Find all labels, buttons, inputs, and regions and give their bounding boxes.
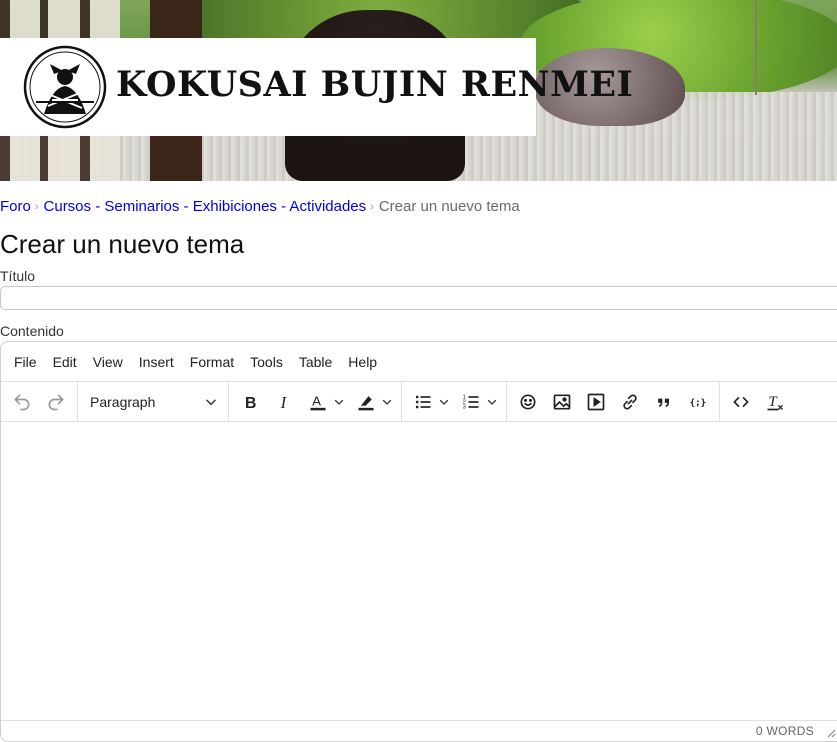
undo-icon	[14, 394, 30, 410]
highlight-icon	[358, 395, 374, 410]
content-label: Contenido	[0, 323, 64, 339]
highlight-color-button[interactable]	[349, 385, 383, 419]
breadcrumb-link-foro[interactable]: Foro	[0, 198, 31, 215]
source-code-icon	[733, 396, 749, 407]
editor-content-area[interactable]	[1, 422, 837, 724]
text-color-icon: A	[310, 393, 326, 410]
resize-handle-icon[interactable]	[824, 726, 836, 738]
svg-text:{;}: {;}	[690, 397, 707, 408]
chevron-down-icon	[382, 399, 392, 405]
numbered-list-dropdown[interactable]	[484, 385, 500, 419]
link-button[interactable]	[613, 385, 647, 419]
bullet-list-dropdown[interactable]	[436, 385, 452, 419]
media-button[interactable]	[579, 385, 613, 419]
page-title: Crear un nuevo tema	[0, 229, 245, 259]
word-count[interactable]: 0 WORDS	[756, 724, 814, 738]
menu-edit[interactable]: Edit	[45, 350, 85, 374]
list-group: 123	[402, 382, 507, 421]
misc-group: T	[720, 382, 796, 421]
menu-file[interactable]: File	[6, 350, 45, 374]
numbered-list-icon: 123	[463, 394, 479, 410]
history-group	[1, 382, 78, 421]
bold-icon: B	[245, 394, 256, 411]
svg-text:A: A	[312, 393, 321, 408]
emoji-button[interactable]	[511, 385, 545, 419]
rich-text-editor: File Edit View Insert Format Tools Table…	[0, 341, 837, 742]
chevron-down-icon	[487, 399, 497, 405]
quote-icon	[658, 398, 669, 407]
site-logo[interactable]: KOKUSAI BUJIN RENMEI	[0, 38, 633, 136]
bullet-list-icon	[415, 395, 431, 408]
menu-view[interactable]: View	[85, 350, 131, 374]
header-banner: KOKUSAI BUJIN RENMEI	[0, 0, 837, 181]
blockquote-button[interactable]	[647, 385, 681, 419]
bold-button[interactable]: B	[233, 385, 267, 419]
menu-help[interactable]: Help	[340, 350, 385, 374]
text-color-dropdown[interactable]	[331, 385, 347, 419]
clear-formatting-icon: T	[767, 394, 783, 410]
chevron-down-icon	[206, 399, 216, 405]
menu-table[interactable]: Table	[291, 350, 340, 374]
banner-rope	[755, 0, 757, 95]
redo-icon	[48, 394, 64, 410]
block-format-select[interactable]: Paragraph	[82, 385, 224, 419]
editor-statusbar: 0 WORDS	[1, 720, 837, 741]
menu-tools[interactable]: Tools	[242, 350, 291, 374]
svg-text:I: I	[280, 392, 288, 411]
editor-toolbar: Paragraph B I A 1 2 3 {;} T	[1, 382, 837, 422]
block-format-value: Paragraph	[90, 393, 156, 410]
breadcrumb: Foro › Cursos - Seminarios - Exhibiciones …	[0, 198, 520, 215]
title-input[interactable]	[0, 286, 837, 310]
highlight-color-dropdown[interactable]	[379, 385, 395, 419]
samurai-emblem-icon	[23, 45, 107, 129]
title-label: Título	[0, 268, 36, 284]
insert-group: {;}	[507, 382, 720, 421]
chevron-right-icon: ›	[370, 201, 374, 213]
source-code-button[interactable]	[724, 385, 758, 419]
undo-button[interactable]	[5, 385, 39, 419]
clear-formatting-button[interactable]: T	[758, 385, 792, 419]
breadcrumb-current: Crear un nuevo tema	[378, 198, 520, 215]
svg-text:T: T	[768, 394, 778, 410]
svg-text:3: 3	[463, 404, 466, 410]
chevron-right-icon: ›	[34, 201, 39, 213]
emoji-icon	[520, 394, 536, 409]
text-format-group: B I A	[229, 382, 402, 421]
chevron-down-icon	[334, 399, 344, 405]
editor-menubar: File Edit View Insert Format Tools Table…	[1, 342, 837, 382]
menu-format[interactable]: Format	[182, 350, 242, 374]
chevron-down-icon	[439, 399, 449, 405]
code-sample-icon: {;}	[690, 397, 707, 408]
site-logo-text: KOKUSAI BUJIN RENMEI	[116, 64, 634, 105]
media-play-icon	[587, 393, 605, 410]
redo-button[interactable]	[39, 385, 73, 419]
bullet-list-button[interactable]	[406, 385, 440, 419]
text-color-button[interactable]: A	[301, 385, 335, 419]
image-button[interactable]	[545, 385, 579, 419]
italic-icon: I	[280, 392, 288, 411]
italic-button[interactable]: I	[267, 385, 301, 419]
block-format-group: Paragraph	[78, 382, 229, 421]
image-icon	[553, 394, 571, 409]
menu-insert[interactable]: Insert	[131, 350, 182, 374]
link-icon	[623, 393, 637, 410]
breadcrumb-link-cursos[interactable]: Cursos - Seminarios - Exhibiciones - Act…	[44, 198, 367, 215]
numbered-list-button[interactable]: 123	[454, 385, 488, 419]
code-sample-button[interactable]: {;}	[681, 385, 715, 419]
svg-text:B: B	[245, 394, 256, 411]
